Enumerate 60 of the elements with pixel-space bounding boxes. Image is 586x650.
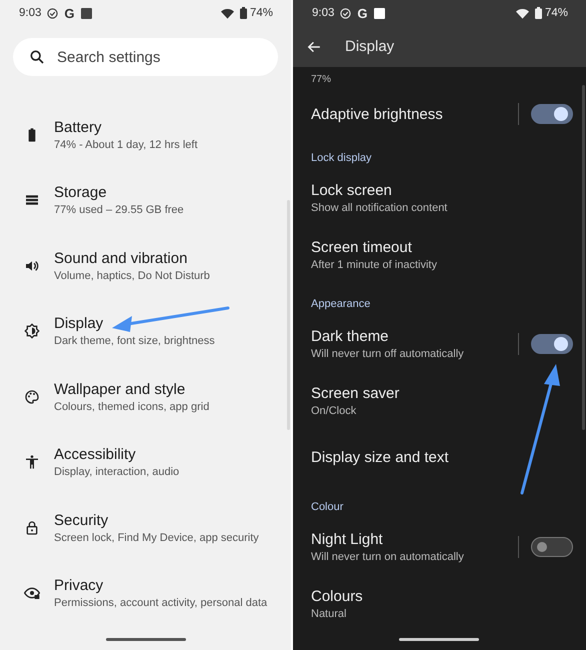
toggle-switch[interactable] — [531, 104, 573, 124]
setting-title: Display size and text — [311, 449, 449, 466]
item-title: Display — [54, 315, 104, 332]
item-subtitle: Display, interaction, audio — [54, 466, 180, 478]
wifi-icon — [220, 8, 234, 18]
item-title: Wallpaper and style — [54, 380, 186, 398]
search-field[interactable]: Search settings — [13, 38, 278, 76]
item-subtitle: Permissions, account activity, personal data — [54, 597, 268, 610]
item-subtitle: Volume, haptics, Do Not Disturb — [54, 270, 210, 282]
item-title: Sound and vibration — [54, 250, 188, 267]
screen-title: Display — [345, 38, 394, 55]
clock-time: 9:03 — [19, 7, 42, 19]
accessibility-icon — [24, 454, 40, 470]
setting-title: Night Light — [311, 530, 383, 548]
item-subtitle: Dark theme, font size, brightness — [54, 335, 215, 348]
item-title: Storage — [54, 184, 107, 202]
section-header: Colour — [311, 501, 344, 513]
clock-time: 9:03 — [312, 7, 334, 19]
square-icon — [374, 8, 385, 18]
check-circle-icon — [47, 8, 58, 18]
item-title: Security — [54, 512, 108, 529]
square-icon — [80, 8, 92, 18]
setting-title: Adaptive brightness — [311, 106, 443, 122]
setting-title: Screen saver — [311, 384, 400, 402]
setting-title: Colours — [311, 588, 363, 604]
battery-percent: 74% — [544, 7, 568, 19]
item-subtitle: 74% - About 1 day, 12 hrs left — [54, 138, 198, 151]
section-header: Appearance — [311, 298, 370, 310]
google-letter: G — [64, 6, 75, 20]
setting-title: Lock screen — [311, 182, 392, 198]
setting-title: Screen timeout — [311, 238, 412, 256]
item-subtitle: 77% used – 29.55 GB free — [54, 204, 184, 216]
item-title: Privacy — [54, 577, 104, 594]
search-icon — [29, 49, 45, 65]
setting-subtitle: After 1 minute of inactivity — [311, 258, 437, 270]
item-subtitle: Colours, themed icons, app grid — [54, 400, 210, 413]
setting-subtitle: Will never turn on automatically — [311, 550, 464, 562]
setting-subtitle: On/Clock — [311, 404, 356, 416]
palette-icon — [24, 388, 40, 405]
back-arrow-icon[interactable] — [307, 40, 321, 54]
battery-icon — [240, 7, 247, 19]
item-title: Accessibility — [54, 446, 136, 464]
battery-icon — [534, 7, 542, 19]
eye-lock-icon — [24, 585, 40, 602]
toggle-switch[interactable] — [531, 334, 573, 354]
setting-title: Dark theme — [311, 328, 389, 344]
setting-subtitle: Will never turn off automatically — [311, 348, 464, 360]
setting-subtitle: Natural — [311, 608, 346, 620]
toggle-switch[interactable] — [531, 536, 573, 556]
brightness-icon — [24, 323, 40, 340]
item-title: Battery — [54, 118, 102, 136]
google-letter: G — [357, 6, 368, 20]
setting-subtitle: Show all notification content — [311, 202, 448, 214]
wifi-icon — [516, 8, 529, 18]
brightness-value: 77% — [311, 74, 332, 84]
lock-icon — [24, 520, 40, 536]
battery-percent: 74% — [250, 7, 273, 19]
check-circle-icon — [340, 8, 352, 18]
section-header: Lock display — [311, 152, 372, 164]
item-subtitle: Screen lock, Find My Device, app security — [54, 532, 259, 544]
